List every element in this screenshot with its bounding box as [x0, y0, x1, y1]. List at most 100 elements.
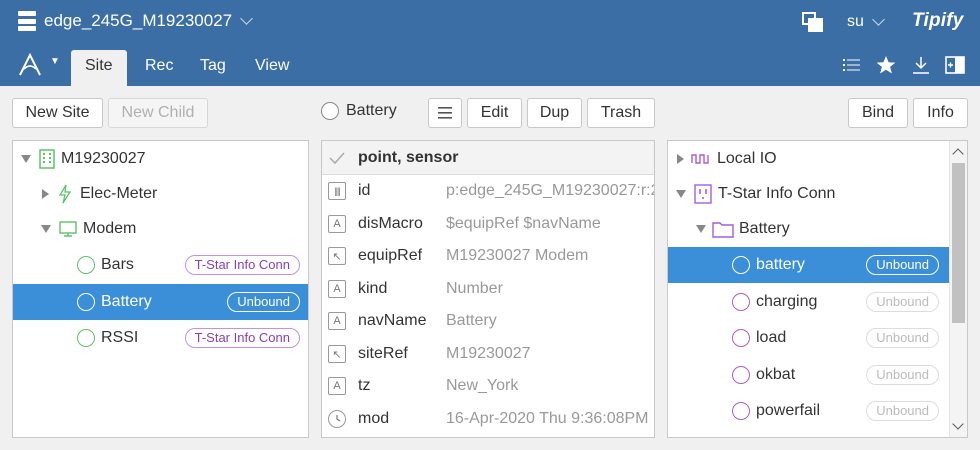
- point-icon: [732, 293, 750, 311]
- tab-view[interactable]: View: [241, 50, 303, 86]
- menu-button[interactable]: [428, 98, 462, 128]
- tag-name: siteRef: [358, 345, 408, 363]
- database-icon: [18, 11, 36, 31]
- hamburger-icon: [438, 107, 452, 119]
- tree-row-equip[interactable]: Elec-Meter: [13, 176, 308, 212]
- scroll-thumb[interactable]: [952, 163, 965, 323]
- scroll-up-icon[interactable]: [952, 148, 964, 160]
- vertical-scrollbar[interactable]: [949, 141, 967, 437]
- binding-badge: Unbound: [866, 401, 939, 421]
- tag-value: 16-Apr-2020 Thu 9:36:08PM U: [446, 410, 655, 428]
- tree-row-connector[interactable]: Local IO: [668, 141, 967, 177]
- tag-value: p:edge_245G_M19230027:r:2: [446, 182, 655, 200]
- tag-value: Battery: [446, 312, 497, 330]
- tag-row[interactable]: A tz New_York: [322, 370, 654, 403]
- connector-plug-icon: [694, 184, 712, 204]
- marker-tags-row[interactable]: point, sensor: [322, 141, 654, 175]
- point-icon: [732, 402, 750, 420]
- binding-badge: T-Star Info Conn: [184, 328, 300, 348]
- tag-row[interactable]: |||| id p:edge_245G_M19230027:r:2: [322, 175, 654, 208]
- tab-site[interactable]: Site: [71, 50, 127, 86]
- copy-icon[interactable]: [802, 12, 824, 32]
- edit-button[interactable]: Edit: [467, 98, 522, 128]
- dup-button[interactable]: Dup: [527, 98, 582, 128]
- info-button[interactable]: Info: [913, 98, 968, 128]
- tree-row-connector[interactable]: T-Star Info Conn: [668, 176, 967, 212]
- clock-icon: [328, 410, 346, 429]
- tag-row[interactable]: A disMacro $equipRef $navName: [322, 208, 654, 241]
- tree-label: Elec-Meter: [80, 185, 158, 202]
- new-child-button[interactable]: New Child: [108, 98, 208, 128]
- new-site-button[interactable]: New Site: [12, 98, 103, 128]
- project-selector[interactable]: edge_245G_M19230027: [18, 11, 253, 31]
- tree-label: powerfail: [756, 402, 821, 419]
- tag-value: M19230027: [446, 345, 531, 363]
- tree-label: T-Star Info Conn: [718, 185, 836, 202]
- ref-barcode-icon: ||||: [328, 182, 346, 201]
- trash-button[interactable]: Trash: [587, 98, 655, 128]
- tree-label: Local IO: [717, 150, 777, 167]
- user-menu[interactable]: su: [847, 12, 885, 31]
- site-building-icon: [39, 149, 55, 169]
- download-icon[interactable]: [910, 54, 932, 76]
- lightning-icon: [58, 184, 72, 204]
- binding-badge: Unbound: [866, 292, 939, 312]
- list-icon[interactable]: [841, 54, 863, 76]
- bind-button[interactable]: Bind: [848, 98, 908, 128]
- tag-value: New_York: [446, 377, 519, 395]
- expand-arrow-icon[interactable]: [677, 154, 684, 164]
- tree-label: okbat: [756, 366, 796, 383]
- tree-row-point[interactable]: powerfail Unbound: [668, 393, 967, 429]
- brand-logo: Tipify: [912, 10, 964, 31]
- chevron-down-icon: [240, 11, 253, 25]
- tag-name: tz: [358, 377, 371, 395]
- marker-tags: point, sensor: [358, 148, 459, 166]
- star-icon[interactable]: [875, 54, 897, 76]
- tree-row-equip[interactable]: Modem: [13, 211, 308, 247]
- tree-row-site[interactable]: M19230027: [13, 141, 308, 177]
- tag-name: disMacro: [358, 215, 423, 233]
- tag-row[interactable]: mod 16-Apr-2020 Thu 9:36:08PM U: [322, 403, 654, 436]
- panel-toggle-icon[interactable]: [944, 54, 966, 76]
- tag-row[interactable]: A navName Battery: [322, 305, 654, 338]
- tree-row-point[interactable]: load Unbound: [668, 320, 967, 356]
- user-name: su: [847, 13, 864, 30]
- tree-row-point-selected[interactable]: Battery Unbound: [13, 284, 308, 320]
- collapse-arrow-icon[interactable]: [21, 155, 31, 163]
- project-name: edge_245G_M19230027: [44, 11, 233, 30]
- tab-tag[interactable]: Tag: [186, 50, 240, 86]
- checkmark-icon: [329, 151, 345, 164]
- binding-badge: Unbound: [866, 255, 939, 275]
- collapse-arrow-icon[interactable]: [696, 225, 706, 233]
- binding-badge: Unbound: [866, 328, 939, 348]
- current-record-name: Battery: [346, 102, 397, 119]
- binding-badge: T-Star Info Conn: [184, 255, 300, 275]
- app-logo-icon[interactable]: [18, 53, 42, 77]
- tag-value: Number: [446, 280, 503, 298]
- point-icon: [732, 329, 750, 347]
- tree-label: Modem: [83, 220, 137, 237]
- collapse-arrow-icon[interactable]: [41, 225, 51, 233]
- tree-row-point[interactable]: okbat Unbound: [668, 357, 967, 393]
- tree-row-point[interactable]: RSSI T-Star Info Conn: [13, 320, 308, 356]
- tree-row-point-selected[interactable]: battery Unbound: [668, 247, 967, 283]
- expand-arrow-icon[interactable]: [42, 189, 49, 199]
- tag-row[interactable]: ↖ equipRef M19230027 Modem: [322, 240, 654, 273]
- point-icon: [77, 293, 95, 311]
- site-tree-panel: M19230027 Elec-Meter Modem Bars T-Star I…: [12, 140, 309, 438]
- string-icon: A: [328, 377, 346, 396]
- tree-label: charging: [756, 293, 818, 310]
- tree-row-point[interactable]: Bars T-Star Info Conn: [13, 247, 308, 283]
- tag-row[interactable]: ↖ siteRef M19230027: [322, 338, 654, 371]
- point-icon: [321, 102, 339, 120]
- collapse-arrow-icon[interactable]: [676, 190, 686, 198]
- scroll-down-icon[interactable]: [952, 418, 964, 430]
- tag-row[interactable]: A kind Number: [322, 273, 654, 306]
- tags-panel: point, sensor |||| id p:edge_245G_M19230…: [321, 140, 655, 438]
- tag-name: navName: [358, 312, 427, 330]
- app-menu-caret-icon[interactable]: ▼: [50, 56, 60, 67]
- tab-rec[interactable]: Rec: [131, 50, 187, 86]
- tree-row-folder[interactable]: Battery: [668, 211, 967, 247]
- tag-name: equipRef: [358, 247, 423, 265]
- tree-row-point[interactable]: charging Unbound: [668, 284, 967, 320]
